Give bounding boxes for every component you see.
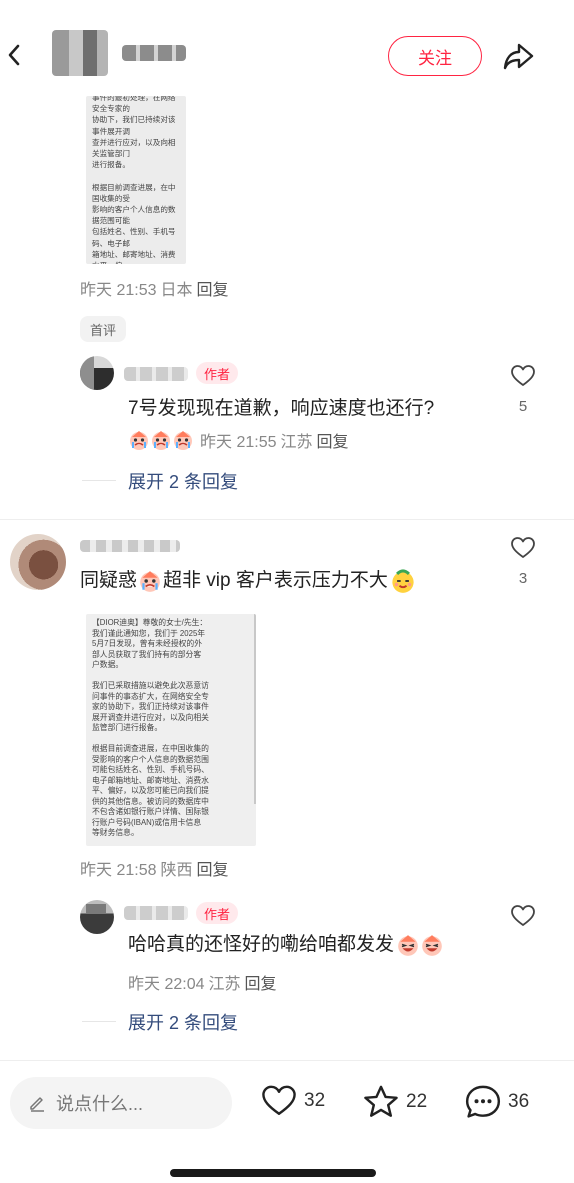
comment-2-location: 陕西 (160, 862, 193, 879)
author-avatar[interactable] (52, 30, 108, 76)
crying-emoji-icon (140, 571, 160, 592)
reply-2-avatar[interactable] (80, 900, 114, 934)
comment-count: 36 (508, 1091, 530, 1112)
star-icon (364, 1085, 398, 1117)
comment-image-1-text: 事件的最初处理，在网络安全专家的 协助下，我们已持续对该事件展开调 查并进行应对… (92, 96, 176, 264)
comment-image-2-scrollbar (254, 614, 256, 804)
reply-1-avatar[interactable] (80, 356, 114, 390)
reply-2-reply-button[interactable]: 回复 (245, 976, 277, 993)
follow-button[interactable]: 关注 (388, 36, 482, 76)
comment-1-reply-button[interactable]: 回复 (197, 282, 229, 299)
reply-2-time: 昨天 22:04 (128, 976, 205, 993)
back-chevron-icon[interactable] (4, 40, 24, 70)
favorite-count: 22 (406, 1091, 428, 1112)
comment-image-2-text: 【DIOR迪奥】尊敬的女士/先生： 我们谨此通知您，我们于 2025年 5月7日… (92, 618, 209, 837)
reply-2-expand-button[interactable]: 展开 2 条回复 (128, 1009, 238, 1035)
comment-count-button[interactable]: 36 (464, 1084, 529, 1120)
reply-2-author-badge: 作者 (196, 902, 239, 924)
crying-emoji-icon (174, 431, 192, 450)
reply-2-text-body: 哈哈真的还怪好的嘞给咱都发发 (128, 934, 395, 955)
comment-1-location: 日本 (160, 282, 193, 299)
comment-image-2[interactable]: 【DIOR迪奥】尊敬的女士/先生： 我们谨此通知您，我们于 2025年 5月7日… (86, 614, 256, 846)
reply-1-emoji-group (128, 429, 194, 451)
comment-1-meta: 昨天 21:53 日本 回复 (80, 276, 233, 300)
home-indicator[interactable] (170, 1169, 376, 1177)
reply-1-like-icon[interactable] (510, 364, 536, 388)
reply-2-like-icon[interactable] (510, 904, 536, 928)
comment-2-time: 昨天 21:58 (80, 862, 157, 879)
comment-image-1[interactable]: 事件的最初处理，在网络安全专家的 协助下，我们已持续对该事件展开调 查并进行应对… (86, 96, 186, 264)
comment-2-text-part1: 同疑惑 (80, 570, 138, 591)
reply-1-author-name[interactable] (124, 367, 188, 381)
comment-2-text-part2: 超非 vip 客户表示压力不大 (163, 570, 388, 591)
comment-divider (0, 519, 574, 520)
bottom-bar-divider (0, 1060, 574, 1061)
reply-1-reply-button[interactable]: 回复 (317, 428, 349, 452)
reply-1-time: 昨天 21:55 (200, 434, 277, 451)
comment-2-avatar[interactable] (10, 534, 66, 590)
first-comment-tag: 首评 (80, 316, 127, 342)
comment-2-reply-button[interactable]: 回复 (197, 862, 229, 879)
like-count: 32 (304, 1090, 326, 1111)
comment-2-like-icon[interactable] (510, 536, 536, 560)
reply-1-author-badge: 作者 (196, 362, 239, 384)
chat-bubble-icon (465, 1085, 501, 1118)
comment-2-text: 同疑惑 超非 vip 客户表示压力不大 (80, 568, 416, 594)
reply-1-like-count: 5 (518, 398, 528, 415)
reply-2-location: 江苏 (208, 976, 241, 993)
smug-emoji-icon (392, 569, 414, 593)
reply-2-meta: 昨天 22:04 江苏 回复 (128, 970, 281, 994)
laughing-emoji-icon (422, 935, 442, 956)
pencil-icon (30, 1097, 44, 1112)
comment-2-like-count: 3 (518, 570, 528, 587)
heart-icon (262, 1085, 296, 1115)
comment-input[interactable]: 说点什么... (10, 1077, 232, 1129)
favorite-button[interactable]: 22 (362, 1084, 427, 1120)
reply-1-text: 7号发现现在道歉，响应速度也还行? (128, 398, 435, 419)
bottom-action-bar: 说点什么... 32 22 36 (0, 1060, 574, 1183)
reply-1-expand-line (82, 480, 116, 481)
reply-2-author-name[interactable] (124, 906, 188, 920)
reply-2-text: 哈哈真的还怪好的嘞给咱都发发 (128, 932, 444, 958)
comment-input-placeholder: 说点什么... (56, 1094, 144, 1114)
laughing-emoji-icon (398, 935, 418, 956)
crying-emoji-icon (152, 431, 170, 450)
reply-1-location: 江苏 (280, 434, 313, 451)
top-bar: 关注 (0, 0, 574, 100)
share-icon[interactable] (500, 38, 538, 74)
reply-2-expand-line (82, 1021, 116, 1022)
reply-1-expand-button[interactable]: 展开 2 条回复 (128, 468, 238, 494)
comment-2-meta: 昨天 21:58 陕西 回复 (80, 856, 233, 880)
like-button[interactable]: 32 (260, 1084, 325, 1118)
comment-2-author-name[interactable] (80, 540, 180, 552)
crying-emoji-icon (130, 431, 148, 450)
comment-1-time: 昨天 21:53 (80, 282, 157, 299)
author-name[interactable] (122, 45, 186, 61)
reply-1-meta: 昨天 21:55 江苏 回复 (128, 428, 353, 452)
